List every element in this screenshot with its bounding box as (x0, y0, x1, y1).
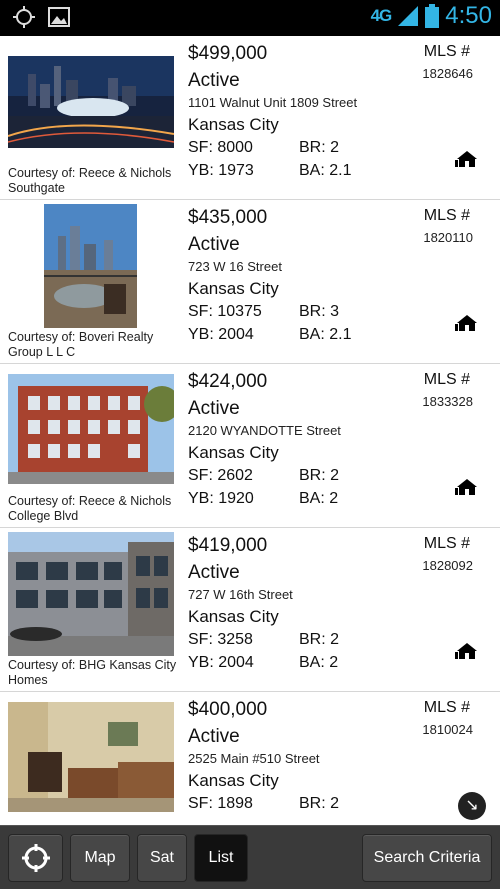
home-icon[interactable] (455, 642, 479, 660)
listing-status: Active (188, 726, 240, 747)
mls-label: MLS # (423, 43, 470, 60)
listing-item[interactable]: Courtesy of: Boveri Realty Group L L C $… (0, 200, 500, 364)
image-icon (48, 7, 70, 27)
listing-bathrooms: BA: 2.1 (299, 162, 352, 179)
mls-number: 1820110 (423, 230, 473, 245)
scroll-helper-icon[interactable]: ↘ (458, 792, 486, 820)
listing-status: Active (188, 398, 240, 419)
listing-sqft: SF: 1898 (188, 795, 253, 812)
listing-photo[interactable] (8, 702, 174, 812)
listing-address: 727 W 16th Street (188, 587, 293, 602)
mls-number: 1828092 (422, 558, 473, 573)
listing-item[interactable]: $400,000 Active 2525 Main #510 Street Ka… (0, 692, 500, 825)
listing-year-built: YB: 2004 (188, 326, 254, 343)
map-button[interactable]: Map (70, 834, 130, 882)
bottom-toolbar: Map Sat List Search Criteria (0, 825, 500, 889)
listing-photo[interactable] (44, 204, 137, 328)
listing-courtesy: Courtesy of: Boveri Realty Group L L C (8, 330, 154, 359)
listing-city: Kansas City (188, 607, 279, 626)
listing-status: Active (188, 562, 240, 583)
signal-icon (398, 6, 419, 26)
listing-price: $424,000 (188, 371, 268, 392)
sat-button[interactable]: Sat (137, 834, 187, 882)
listing-price: $419,000 (188, 535, 268, 556)
listing-sqft: SF: 10375 (188, 303, 262, 320)
mls-number: 1833328 (422, 394, 473, 409)
locate-me-button[interactable] (8, 834, 63, 882)
listing-price: $435,000 (188, 207, 268, 228)
mls-number: 1828646 (422, 66, 473, 81)
listing-year-built: YB: 2004 (188, 654, 254, 671)
listing-bathrooms: BA: 2.1 (299, 326, 352, 343)
listing-price: $400,000 (188, 699, 268, 720)
mls-label: MLS # (423, 535, 470, 552)
listing-city: Kansas City (188, 443, 279, 462)
listing-status: Active (188, 70, 240, 91)
listing-city: Kansas City (188, 279, 279, 298)
listing-address: 2120 WYANDOTTE Street (188, 423, 341, 438)
listing-sqft: SF: 8000 (188, 139, 253, 156)
listing-item[interactable]: Courtesy of: BHG Kansas City Homes $419,… (0, 528, 500, 692)
listing-year-built: YB: 1973 (188, 162, 254, 179)
listing-photo[interactable] (8, 56, 174, 148)
list-button[interactable]: List (194, 834, 248, 882)
listing-address: 2525 Main #510 Street (188, 751, 320, 766)
listing-bedrooms: BR: 3 (299, 303, 340, 320)
listing-bedrooms: BR: 2 (299, 795, 340, 812)
status-bar: 4G 4:50 (0, 0, 500, 36)
listing-address: 723 W 16 Street (188, 259, 282, 274)
listing-city: Kansas City (188, 771, 279, 790)
listing-sqft: SF: 3258 (188, 631, 253, 648)
listing-bedrooms: BR: 2 (299, 467, 340, 484)
listing-bedrooms: BR: 2 (299, 139, 340, 156)
battery-icon (425, 4, 440, 28)
network-type: 4G (370, 6, 393, 25)
listing-photo[interactable] (8, 374, 174, 484)
search-criteria-button[interactable]: Search Criteria (362, 834, 492, 882)
listing-year-built: YB: 1920 (188, 490, 254, 507)
listing-bathrooms: BA: 2 (299, 654, 339, 671)
mls-label: MLS # (423, 371, 470, 388)
listing-bedrooms: BR: 2 (299, 631, 340, 648)
mls-number: 1810024 (422, 722, 473, 737)
listing-address: 1101 Walnut Unit 1809 Street (188, 95, 358, 110)
listing-list[interactable]: Courtesy of: Reece & Nichols Southgate $… (0, 36, 500, 825)
home-icon[interactable] (455, 150, 479, 168)
home-icon[interactable] (455, 314, 479, 332)
listing-photo[interactable] (8, 532, 174, 656)
listing-bathrooms: BA: 2 (299, 490, 339, 507)
listing-sqft: SF: 2602 (188, 467, 253, 484)
mls-label: MLS # (423, 207, 470, 224)
mls-label: MLS # (423, 699, 470, 716)
crosshair-icon (21, 844, 50, 872)
listing-item[interactable]: Courtesy of: Reece & Nichols Southgate $… (0, 36, 500, 200)
listing-courtesy: Courtesy of: Reece & Nichols Southgate (8, 166, 172, 195)
listing-price: $499,000 (188, 43, 268, 64)
clock: 4:50 (445, 2, 492, 29)
gps-icon (13, 6, 35, 28)
listing-item[interactable]: Courtesy of: Reece & Nichols College Blv… (0, 364, 500, 528)
listing-courtesy: Courtesy of: BHG Kansas City Homes (8, 658, 177, 687)
home-icon[interactable] (455, 478, 479, 496)
listing-status: Active (188, 234, 240, 255)
listing-city: Kansas City (188, 115, 279, 134)
listing-courtesy: Courtesy of: Reece & Nichols College Blv… (8, 494, 172, 523)
